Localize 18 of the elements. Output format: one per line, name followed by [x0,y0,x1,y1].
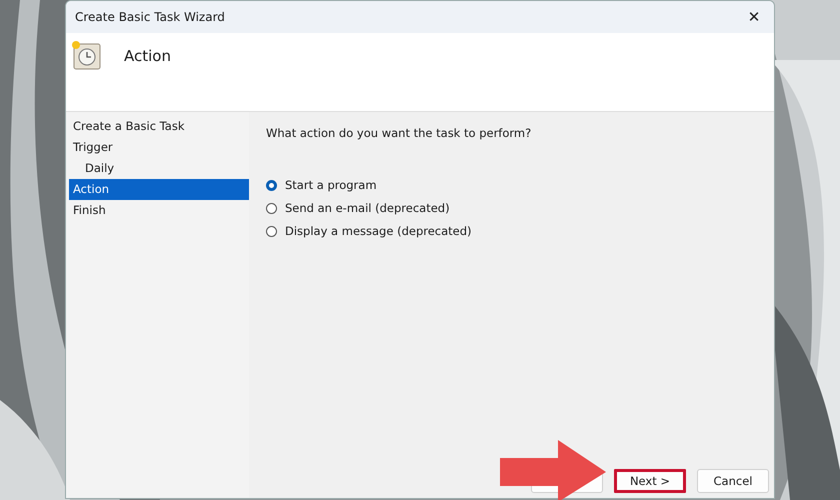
radio-button[interactable] [266,226,277,236]
window-title: Create Basic Task Wizard [75,10,225,24]
radio-button[interactable] [266,180,277,190]
radio-button[interactable] [266,202,277,214]
question-text: What action do you want the task to perform? [266,126,532,140]
cancel-button[interactable]: Cancel [697,469,769,493]
option-label: Start a program [285,178,377,192]
option-label: Send an e-mail (deprecated) [285,201,450,215]
clock-icon [70,39,102,71]
step-item[interactable]: Finish [69,200,249,221]
close-button[interactable]: ✕ [734,1,774,33]
step-item[interactable]: Daily [69,158,249,179]
page-title: Action [124,47,171,65]
step-item[interactable]: Trigger [69,137,249,158]
step-item[interactable]: Create a Basic Task [69,116,249,137]
option-label: Display a message (deprecated) [285,224,472,238]
step-item[interactable]: Action [69,179,249,200]
next-button[interactable]: Next > [614,469,686,493]
